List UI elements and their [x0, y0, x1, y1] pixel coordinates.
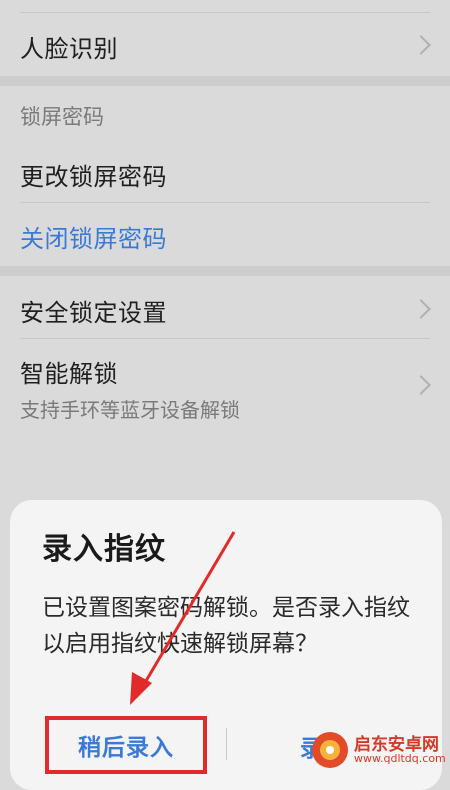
site-watermark: 启东安卓网 www.qdltdq.com	[306, 728, 446, 772]
annotation-arrow-icon	[130, 531, 236, 705]
watermark-logo-icon	[312, 732, 348, 768]
watermark-url: www.qdltdq.com	[354, 752, 446, 765]
